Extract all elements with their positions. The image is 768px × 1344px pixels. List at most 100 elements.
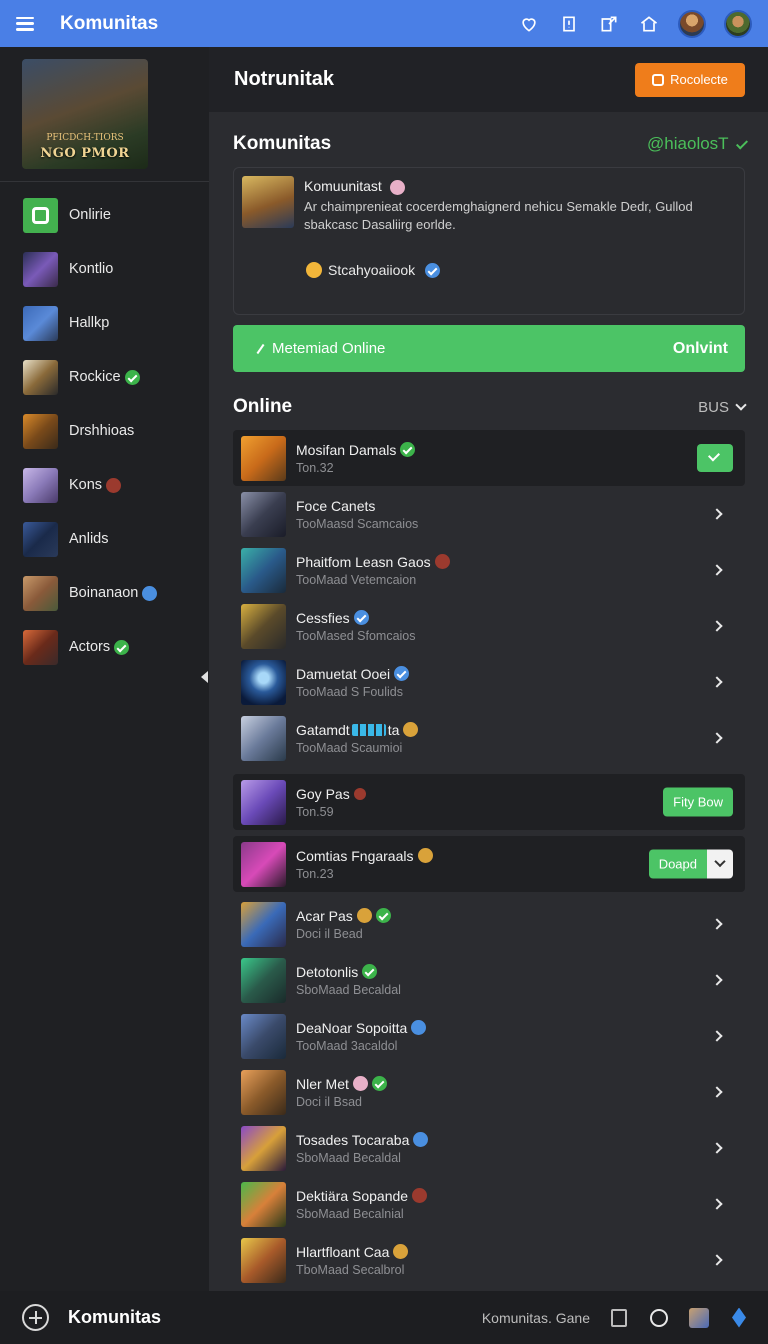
row-action-button[interactable]: Fity Bow [663,787,733,817]
post-title-text: Komuunitast [304,178,382,194]
chevron-right-icon[interactable] [711,974,723,986]
profile-avatar[interactable] [678,9,706,38]
orange-action-button[interactable]: Rocolecte [635,62,745,97]
avatar [241,547,286,593]
add-icon[interactable] [22,1304,49,1331]
share-icon[interactable] [598,13,620,35]
list-item[interactable]: Damuetat Ooei TooMaad S Foulids [233,654,745,710]
split-action-button: Doapd [648,849,733,879]
post-author[interactable]: Stcahyoaiiook [306,262,441,278]
sidebar-item-boinanaon[interactable]: Boinanaon [0,566,209,620]
list-item[interactable]: Nler Met Doci il Bsad [233,1064,745,1120]
row-subtitle: TboMaad Secalbrol [296,1262,405,1277]
row-subtitle: Ton.23 [296,866,334,881]
chevron-right-icon[interactable] [711,676,723,688]
smiley-icon [393,1244,409,1259]
filter-dropdown[interactable]: BUS [698,399,747,416]
verified-icon [394,666,410,681]
home-icon[interactable] [638,13,660,35]
row-action-button[interactable]: Doapd [648,849,707,879]
chevron-right-icon[interactable] [711,1254,723,1266]
avatar [241,901,286,947]
list-item[interactable]: Gatamdt ta TooMaad Scaumioi [233,710,745,766]
diamond-icon[interactable] [728,1307,750,1329]
list-item[interactable]: Mosifan Damals Ton.32 [233,430,745,486]
row-name: Nler Met [296,1075,349,1092]
menu-icon[interactable] [16,16,34,31]
banner-title: NGO PMOR [40,146,130,161]
list-item[interactable]: Phaitfom Leasn Gaos TooMaad Vetemcaion [233,542,745,598]
list-item[interactable]: Dektiära Sopande SboMaad Becalnial [233,1176,745,1232]
list-item[interactable]: DeaNoar Sopoitta TooMaad 3acaldol [233,1008,745,1064]
sidebar-item-actors[interactable]: Actors [0,620,209,674]
compass-icon[interactable] [648,1307,670,1329]
verified-icon [362,964,378,979]
sidebar-item-kontlio[interactable]: Kontlio [0,242,209,296]
avatar [23,413,58,449]
sidebar-item-anlids[interactable]: Anlids [0,512,209,566]
row-name: Hlartfloant Caa [296,1243,390,1260]
bottom-link[interactable]: Komunitas. Gane [482,1310,590,1326]
chevron-right-icon[interactable] [711,564,723,576]
chevron-right-icon[interactable] [711,732,723,744]
verified-icon [124,369,140,385]
check-icon [735,137,749,150]
row-subtitle: Ton.32 [296,460,334,475]
avatar [23,521,58,557]
accept-button[interactable] [697,444,733,472]
user-tag[interactable]: @hiaolosT [647,134,749,154]
chevron-right-icon[interactable] [711,918,723,930]
chevron-right-icon[interactable] [711,1086,723,1098]
chevron-right-icon[interactable] [711,620,723,632]
emoji-icon [413,1132,429,1147]
sidebar-item-kons[interactable]: Kons [0,458,209,512]
list-item[interactable]: Comtias Fngaraals Ton.23 Doapd [233,836,745,892]
status-banner[interactable]: Metemiad Online Onlvint [233,325,745,372]
post-card[interactable]: Komuunitast Ar chaimprenieat cocerdemgha… [233,167,745,315]
avatar [241,1013,286,1059]
avatar [241,491,286,537]
notification-icon[interactable] [558,13,580,35]
heart-icon[interactable] [518,13,540,35]
chevron-right-icon[interactable] [711,508,723,520]
emoji-icon [417,848,433,863]
list-item[interactable]: Hlartfloant Caa TboMaad Secalbrol [233,1232,745,1288]
list-item[interactable]: Detotonlis SboMaad Becaldal [233,952,745,1008]
list-item[interactable]: Cessfies TooMased Sfomcaios [233,598,745,654]
status-banner-action[interactable]: Onlvint [673,340,728,358]
main-header: Notrunitak Rocolecte [209,47,768,112]
app-title: Komunitas [60,12,159,34]
game-avatar-icon[interactable] [688,1307,710,1329]
avatar [23,359,58,395]
row-name: Comtias Fngaraals [296,847,414,864]
list-item[interactable]: Acar Pas Doci il Bead [233,896,745,952]
document-icon[interactable] [608,1307,630,1329]
game-banner[interactable]: PFICDCH-TIORS NGO PMOR [22,59,148,169]
row-subtitle: TooMaasd Scamcaios [296,516,419,531]
list-item[interactable]: Tosades Tocaraba SboMaad Becaldal [233,1120,745,1176]
profile-avatar[interactable] [724,9,752,38]
sidebar-item-hallkp[interactable]: Hallkp [0,296,209,350]
sidebar: PFICDCH-TIORS NGO PMOR Onlirie Kontlio H… [0,47,209,1291]
avatar [241,435,286,481]
avatar [23,467,58,503]
chevron-right-icon[interactable] [711,1142,723,1154]
section-title: Komunitas [233,133,332,154]
row-subtitle: SboMaad Becaldal [296,1150,401,1165]
sidebar-item-online[interactable]: Onlirie [0,188,209,242]
row-name: Mosifan Damals [296,441,397,458]
sidebar-item-rockice[interactable]: Rockice [0,350,209,404]
avatar [241,779,286,825]
chevron-down-icon[interactable] [707,849,733,879]
sidebar-item-label: Onlirie [69,207,111,223]
list-item[interactable]: Goy Pas Ton.59 Fity Bow [233,774,745,830]
verified-icon [400,442,416,457]
chevron-right-icon[interactable] [711,1198,723,1210]
collapse-sidebar-icon[interactable] [201,671,208,683]
orange-button-label: Rocolecte [670,72,728,87]
avatar [241,659,286,705]
chevron-right-icon[interactable] [711,1030,723,1042]
list-item[interactable]: Foce Canets TooMaasd Scamcaios [233,486,745,542]
bottom-title: Komunitas [68,1307,162,1327]
sidebar-item-drshhioas[interactable]: Drshhioas [0,404,209,458]
